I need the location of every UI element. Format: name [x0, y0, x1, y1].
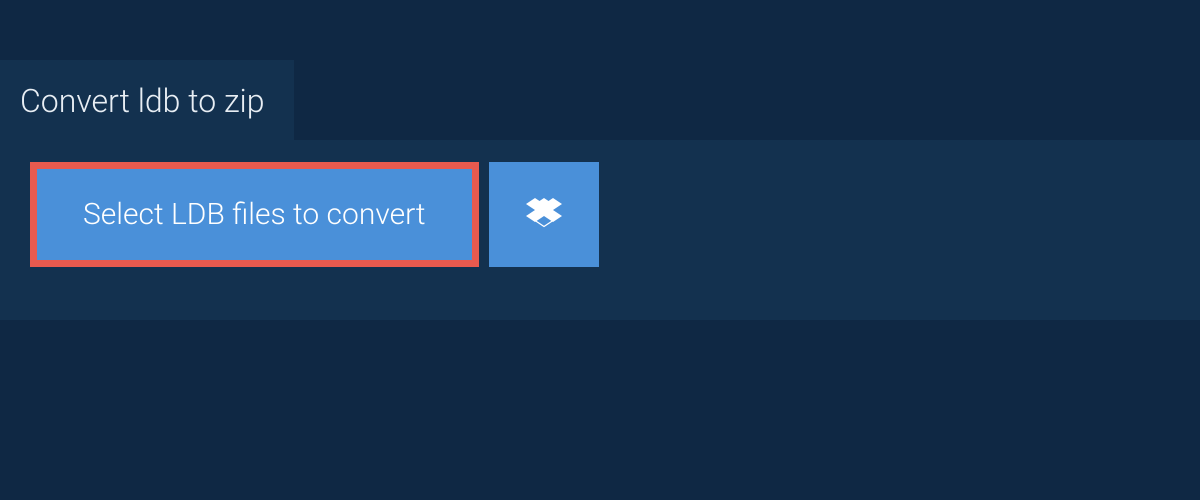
tab-active[interactable]: Convert ldb to zip: [0, 60, 294, 142]
conversion-panel: Select LDB files to convert: [0, 140, 1200, 320]
select-files-label: Select LDB files to convert: [83, 197, 426, 232]
dropbox-button[interactable]: [489, 162, 599, 267]
dropbox-icon: [526, 195, 562, 235]
select-files-button[interactable]: Select LDB files to convert: [30, 162, 479, 267]
tab-header: Convert ldb to zip: [0, 60, 294, 142]
action-row: Select LDB files to convert: [30, 162, 1200, 267]
tab-label: Convert ldb to zip: [20, 82, 264, 120]
